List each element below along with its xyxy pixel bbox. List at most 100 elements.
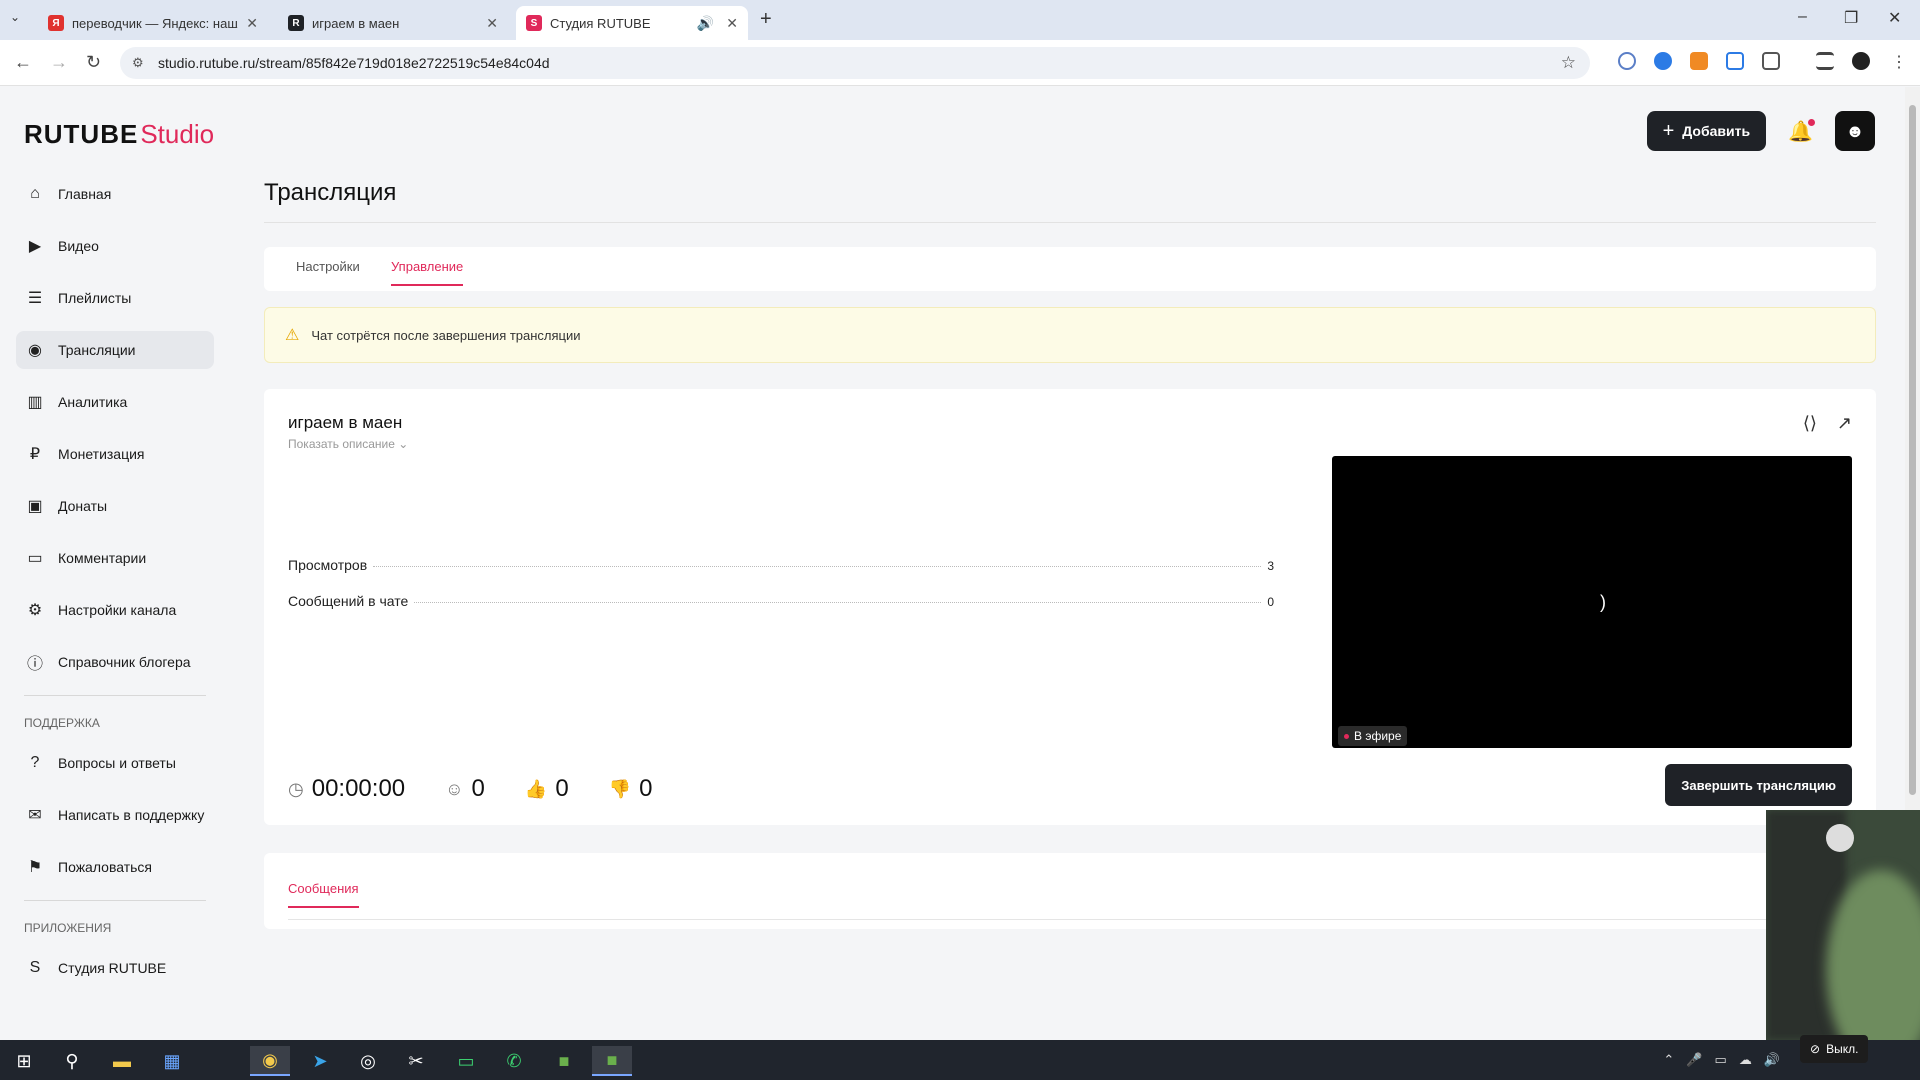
- close-tab-icon[interactable]: ✕: [726, 15, 738, 32]
- ruble-icon: ₽: [29, 446, 41, 463]
- likes-counter: 👍 0: [524, 775, 569, 802]
- browser-menu-icon[interactable]: ⋮: [1890, 52, 1908, 71]
- new-tab-button[interactable]: +: [760, 8, 772, 31]
- site-settings-icon[interactable]: ⚙: [132, 55, 144, 71]
- sidebar-item-channel-settings[interactable]: ⚙ Настройки канала: [16, 591, 214, 629]
- scrollbar-thumb[interactable]: [1909, 105, 1916, 795]
- volume-icon[interactable]: 🔊: [1764, 1052, 1780, 1068]
- speaker-icon[interactable]: 🔊: [697, 15, 714, 32]
- browser-tab-yandex[interactable]: Я переводчик — Яндекс: нашлось ✕: [38, 6, 268, 40]
- add-button[interactable]: + Добавить: [1646, 111, 1767, 151]
- sidebar-item-contact-support[interactable]: ✉ Написать в поддержку: [16, 796, 214, 834]
- minecraft-launcher-icon[interactable]: ■: [544, 1046, 584, 1076]
- sidebar: ⌂ Главная ▶ Видео ☰ Плейлисты ◉ Трансляции ▥…: [16, 175, 214, 1001]
- system-tray: ⌃ 🎤 ▭ ☁ 🔊: [1663, 1052, 1780, 1068]
- terminal-icon[interactable]: ▭: [446, 1046, 486, 1076]
- obs-icon[interactable]: ◎: [348, 1046, 388, 1076]
- notification-dot: [1808, 118, 1815, 126]
- minimize-button[interactable]: –: [1798, 8, 1807, 26]
- windows-start-icon[interactable]: ⊞: [4, 1046, 44, 1076]
- whatsapp-icon[interactable]: ✆: [494, 1046, 534, 1076]
- restore-button[interactable]: ❐: [1844, 8, 1858, 28]
- chat-warning-banner: ⚠ Чат сотрётся после завершения трансляц…: [264, 307, 1876, 363]
- cloud-icon[interactable]: ☁: [1739, 1052, 1752, 1068]
- sidebar-item-playlists[interactable]: ☰ Плейлисты: [16, 279, 214, 317]
- stream-preview-player[interactable]: ) В эфире: [1332, 456, 1852, 748]
- reload-icon[interactable]: ↻: [86, 52, 101, 73]
- sidebar-item-donations[interactable]: ▣ Донаты: [16, 487, 214, 525]
- forward-arrow-icon[interactable]: →: [50, 52, 68, 73]
- file-explorer-icon[interactable]: ▬: [102, 1046, 142, 1076]
- browser-tab-bar: ⌄ Я переводчик — Яндекс: нашлось ✕ R игр…: [0, 0, 1920, 40]
- thumbs-up-icon: 👍: [524, 778, 548, 799]
- browser-tab-studio[interactable]: S Студия RUTUBE 🔊 ✕: [516, 6, 748, 40]
- user-avatar[interactable]: ☻: [1835, 111, 1875, 151]
- telegram-icon[interactable]: ➤: [300, 1046, 340, 1076]
- close-tab-icon[interactable]: ✕: [246, 15, 258, 32]
- rutube-icon: R: [288, 15, 304, 31]
- external-link-icon[interactable]: ↗: [1837, 413, 1852, 434]
- minecraft-icon[interactable]: ■: [592, 1046, 632, 1076]
- close-window-button[interactable]: ✕: [1888, 8, 1901, 28]
- bell-icon[interactable]: 🔔: [1788, 118, 1815, 144]
- browser-tab-rutube[interactable]: R играем в маен ✕: [278, 6, 508, 40]
- extension-icon[interactable]: [1690, 52, 1708, 70]
- store-icon[interactable]: ▦: [152, 1046, 192, 1076]
- capcut-icon[interactable]: ✂: [396, 1046, 436, 1076]
- sidebar-item-monetization[interactable]: ₽ Монетизация: [16, 435, 214, 473]
- extension-icon[interactable]: [1618, 52, 1636, 70]
- show-description-toggle[interactable]: Показать описание ⌄: [288, 437, 408, 451]
- back-arrow-icon[interactable]: ←: [14, 52, 32, 73]
- url-text: studio.rutube.ru/stream/85f842e719d018e2…: [158, 55, 550, 71]
- card-actions: ⟨⟩ ↗: [1803, 413, 1852, 434]
- network-icon[interactable]: ▭: [1715, 1052, 1727, 1068]
- share-icon[interactable]: ⟨⟩: [1803, 413, 1817, 434]
- analytics-icon: ▥: [27, 394, 43, 411]
- viewers-counter: ☺ 0: [445, 775, 485, 802]
- chrome-icon[interactable]: ◉: [250, 1046, 290, 1076]
- sidebar-item-report[interactable]: ⚑ Пожаловаться: [16, 848, 214, 886]
- chevron-down-icon: ⌄: [398, 437, 409, 451]
- dislikes-counter: 👎 0: [608, 775, 653, 802]
- vpn-extension-icon[interactable]: [1654, 52, 1672, 70]
- end-stream-button[interactable]: Завершить трансляцию: [1665, 764, 1852, 806]
- tab-search-chevron-icon[interactable]: ⌄: [10, 10, 20, 24]
- sidebar-item-video[interactable]: ▶ Видео: [16, 227, 214, 265]
- puzzle-extensions-icon[interactable]: [1762, 52, 1780, 70]
- microphone-icon[interactable]: 🎤: [1686, 1052, 1702, 1068]
- tab-management[interactable]: Управление: [391, 259, 464, 286]
- sidebar-item-comments[interactable]: ▭ Комментарии: [16, 539, 214, 577]
- stream-title: играем в маен: [288, 413, 403, 432]
- dotted-leader: [414, 602, 1262, 603]
- close-tab-icon[interactable]: ✕: [486, 15, 498, 32]
- rutube-studio-logo[interactable]: RUTUBEStudio: [24, 119, 214, 150]
- media-control-icon[interactable]: [1816, 52, 1834, 70]
- screenshot-extension-icon[interactable]: [1726, 52, 1744, 70]
- sidebar-item-home[interactable]: ⌂ Главная: [16, 175, 214, 213]
- rutube-studio-icon: S: [526, 15, 542, 31]
- question-icon: ?: [30, 754, 40, 771]
- address-bar[interactable]: ⚙ studio.rutube.ru/stream/85f842e719d018…: [120, 47, 1590, 79]
- loading-spinner-icon: ): [1600, 592, 1606, 612]
- search-icon[interactable]: ⚲: [52, 1046, 92, 1076]
- sidebar-item-blogger-guide[interactable]: ⓘ Справочник блогера: [16, 643, 214, 681]
- bookmark-star-icon[interactable]: ☆: [1561, 53, 1576, 73]
- yandex-icon: Я: [48, 15, 64, 31]
- chevron-up-icon[interactable]: ⌃: [1663, 1052, 1674, 1068]
- page-tabs: Настройки Управление: [264, 247, 1876, 291]
- live-dot: [1344, 734, 1349, 739]
- dotted-leader: [373, 566, 1262, 567]
- camera-off-button[interactable]: ⊘ Выкл.: [1800, 1035, 1869, 1063]
- sidebar-item-broadcasts[interactable]: ◉ Трансляции: [16, 331, 214, 369]
- messages-card: Сообщения: [264, 853, 1876, 929]
- webcam-overlay[interactable]: [1766, 810, 1920, 1040]
- sidebar-item-studio-app[interactable]: S Студия RUTUBE: [16, 949, 214, 987]
- live-badge: В эфире: [1338, 726, 1408, 746]
- windows-taskbar: ⊞ ⚲ ▬ ▦ ◉ ➤ ◎ ✂ ▭ ✆ ■ ■ ⌃ 🎤 ▭ ☁ 🔊: [0, 1040, 1920, 1080]
- tab-settings[interactable]: Настройки: [296, 259, 360, 284]
- tab-messages[interactable]: Сообщения: [288, 881, 359, 908]
- sidebar-item-faq[interactable]: ? Вопросы и ответы: [16, 744, 214, 782]
- sidebar-item-analytics[interactable]: ▥ Аналитика: [16, 383, 214, 421]
- profile-avatar[interactable]: [1852, 52, 1870, 70]
- mail-icon: ✉: [28, 807, 42, 824]
